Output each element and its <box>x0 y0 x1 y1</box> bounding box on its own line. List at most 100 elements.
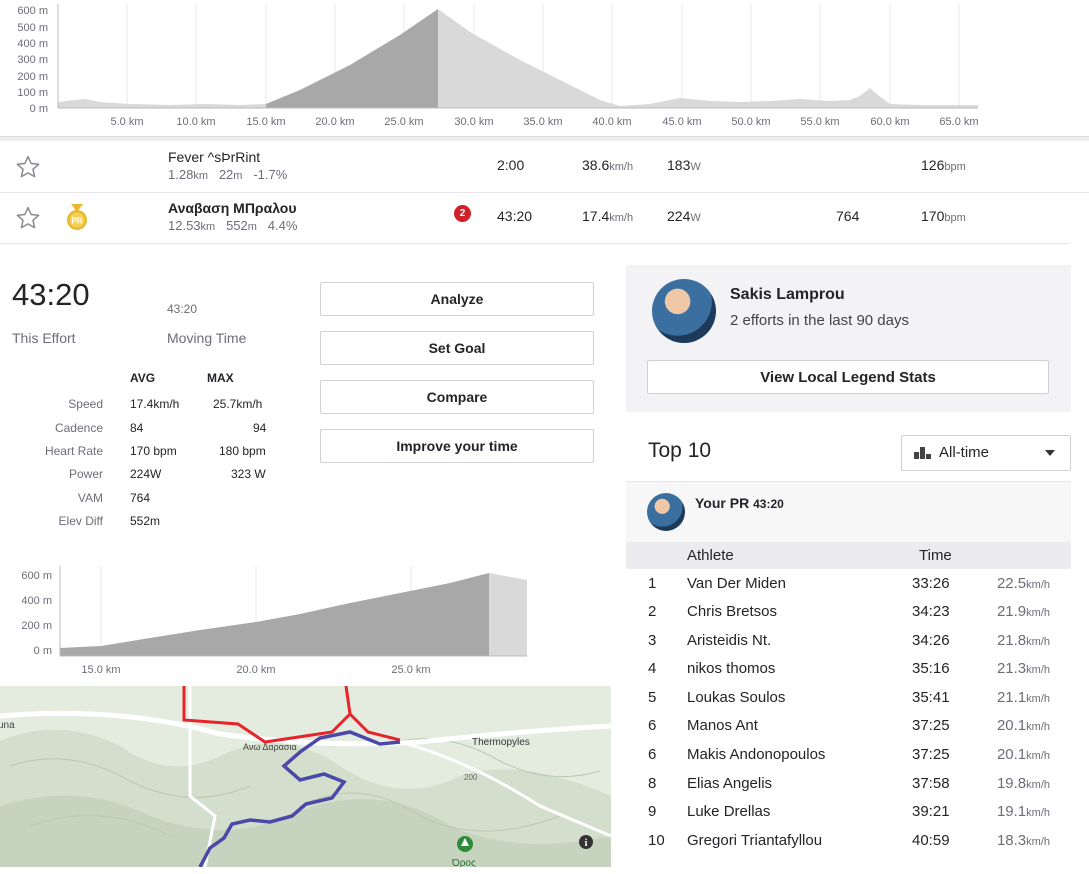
segment-power: 224W <box>667 208 701 224</box>
x-tick-label: 15.0 km <box>81 664 120 676</box>
rank: 6 <box>648 717 657 734</box>
elev-unit: m <box>233 170 243 182</box>
improve-time-button[interactable]: Improve your time <box>320 429 594 463</box>
top10-title: Top 10 <box>648 439 712 462</box>
set-goal-button[interactable]: Set Goal <box>320 331 594 365</box>
leaderboard-row[interactable]: 4 nikos thomos 35:16 21.3km/h <box>626 655 1071 683</box>
pr-medal-label: PR <box>71 217 82 226</box>
stat-label: VAM <box>77 491 103 505</box>
athlete-name-link[interactable]: nikos thomos <box>687 660 775 677</box>
segment-elevation-chart[interactable]: 600 m 400 m 200 m 0 m 15.0 km 20.0 km 25… <box>0 560 540 680</box>
y-tick-label: 200 m <box>17 71 48 83</box>
x-tick-label: 60.0 km <box>870 116 909 128</box>
col-time-header: Time <box>919 547 952 564</box>
time-filter-dropdown[interactable]: All-time <box>901 435 1071 471</box>
athlete-name-link[interactable]: Loukas Soulos <box>687 689 785 706</box>
segment-elevation: 552 <box>226 218 248 233</box>
analyze-button[interactable]: Analyze <box>320 282 594 316</box>
effort-speed: 20.1km/h <box>996 717 1050 734</box>
athlete-name-link[interactable]: Luke Drellas <box>687 803 770 820</box>
leaderboard-row[interactable]: 8 Elias Angelis 37:58 19.8km/h <box>626 770 1071 798</box>
y-tick-label: 600 m <box>17 5 48 17</box>
y-tick-label: 400 m <box>17 38 48 50</box>
segment-name-link[interactable]: Fever ^sÞrRint <box>168 149 260 165</box>
segment-row[interactable]: Fever ^sÞrRint 1.28km 22m -1.7% 2:00 38.… <box>0 142 1089 193</box>
y-tick-label: 0 m <box>30 103 48 115</box>
stat-max: 180 bpm <box>219 444 266 458</box>
x-tick-label: 40.0 km <box>592 116 631 128</box>
effort-speed: 18.3km/h <box>996 832 1050 849</box>
leaderboard-row[interactable]: 1 Van Der Miden 33:26 22.5km/h <box>626 570 1071 598</box>
time-filter-value: All-time <box>939 444 990 461</box>
leaderboard-row[interactable]: 6 Makis Andonopoulos 37:25 20.1km/h <box>626 741 1071 769</box>
effort-speed: 19.1km/h <box>996 803 1050 820</box>
leaderboard-row[interactable]: 6 Manos Ant 37:25 20.1km/h <box>626 712 1071 740</box>
x-tick-label: 25.0 km <box>384 116 423 128</box>
athlete-name-link[interactable]: Aristeidis Nt. <box>687 632 771 649</box>
x-tick-label: 5.0 km <box>110 116 143 128</box>
pr-medal-icon: PR <box>67 204 87 230</box>
segment-hr: 126bpm <box>921 157 966 173</box>
compare-button[interactable]: Compare <box>320 380 594 414</box>
athlete-name-link[interactable]: Gregori Triantafyllou <box>687 832 822 849</box>
segment-grade: 4.4% <box>267 218 298 233</box>
athlete-name-link[interactable]: Van Der Miden <box>687 575 786 592</box>
map-label: Thermopyles <box>472 737 530 748</box>
x-tick-label: 65.0 km <box>939 116 978 128</box>
effort-speed: 22.5km/h <box>996 575 1050 592</box>
star-icon[interactable] <box>15 205 41 231</box>
segment-row[interactable]: PR Αναβαση ΜΠραλου 12.53km 552m 4.4% 2 4… <box>0 193 1070 244</box>
segment-distance: 12.53 <box>168 218 201 233</box>
leaderboard-row[interactable]: 5 Loukas Soulos 35:41 21.1km/h <box>626 684 1071 712</box>
map-label: una <box>0 720 15 731</box>
stat-avg: 764 <box>130 491 151 505</box>
effort-time: 34:23 <box>912 603 950 620</box>
segment-hr: 170bpm <box>921 208 966 224</box>
athlete-name-link[interactable]: Makis Andonopoulos <box>687 746 825 763</box>
rank: 6 <box>648 746 657 763</box>
star-icon[interactable] <box>15 154 41 180</box>
leaderboard-row[interactable]: 10 Gregori Triantafyllou 40:59 18.3km/h <box>626 827 1071 855</box>
y-tick-label: 500 m <box>17 22 48 34</box>
moving-time-label: Moving Time <box>167 330 247 346</box>
leaderboard-row[interactable]: 3 Aristeidis Nt. 34:26 21.8km/h <box>626 627 1071 655</box>
x-tick-label: 35.0 km <box>523 116 562 128</box>
activity-elevation-chart[interactable]: 600 m 500 m 400 m 300 m 200 m 100 m 0 m … <box>0 0 990 132</box>
leaderboard-row[interactable]: 9 Luke Drellas 39:21 19.1km/h <box>626 798 1071 826</box>
effort-time: 40:59 <box>912 832 950 849</box>
section-divider <box>0 136 1089 141</box>
your-pr: Your PR 43:20 <box>695 495 784 511</box>
your-pr-section: Your PR 43:20 <box>626 481 1071 544</box>
stat-label: Elev Diff <box>58 514 103 528</box>
segment-name-link[interactable]: Αναβαση ΜΠραλου <box>168 200 297 216</box>
athlete-name-link[interactable]: Manos Ant <box>687 717 758 734</box>
leaderboard-row[interactable]: 2 Chris Bretsos 34:23 21.9km/h <box>626 598 1071 626</box>
stat-avg: 84 <box>130 421 144 435</box>
segment-map[interactable]: una Ανω Δαρασια Thermopyles 200 Όρος i <box>0 686 611 867</box>
effort-time: 37:25 <box>912 717 950 734</box>
stat-max: 323 W <box>231 467 266 481</box>
view-local-legend-stats-button[interactable]: View Local Legend Stats <box>647 360 1049 394</box>
effort-time: 43:20 <box>12 277 90 312</box>
avatar[interactable] <box>652 279 716 343</box>
athlete-name-link[interactable]: Chris Bretsos <box>687 603 777 620</box>
legend-athlete-name[interactable]: Sakis Lamprou <box>730 286 845 304</box>
effort-time: 34:26 <box>912 632 950 649</box>
athlete-name-link[interactable]: Elias Angelis <box>687 775 772 792</box>
map-label: Ανω Δαρασια <box>243 742 297 752</box>
rank: 4 <box>648 660 657 677</box>
moving-time-value: 43:20 <box>167 302 198 316</box>
legend-efforts-text: 2 efforts in the last 90 days <box>730 312 909 329</box>
segment-power: 183W <box>667 157 701 173</box>
segment-vam: 764 <box>836 208 860 224</box>
effort-speed: 21.3km/h <box>996 660 1050 677</box>
avatar[interactable] <box>647 493 685 531</box>
effort-time: 37:25 <box>912 746 950 763</box>
y-tick-label: 0 m <box>34 645 52 657</box>
stat-avg: 17.4km/h <box>130 397 180 411</box>
segment-summary: 12.53km 552m 4.4% <box>168 218 297 233</box>
effort-speed: 21.9km/h <box>996 603 1050 620</box>
effort-speed: 21.1km/h <box>996 689 1050 706</box>
stat-avg: 552m <box>130 514 161 528</box>
distance-unit: km <box>193 170 208 182</box>
